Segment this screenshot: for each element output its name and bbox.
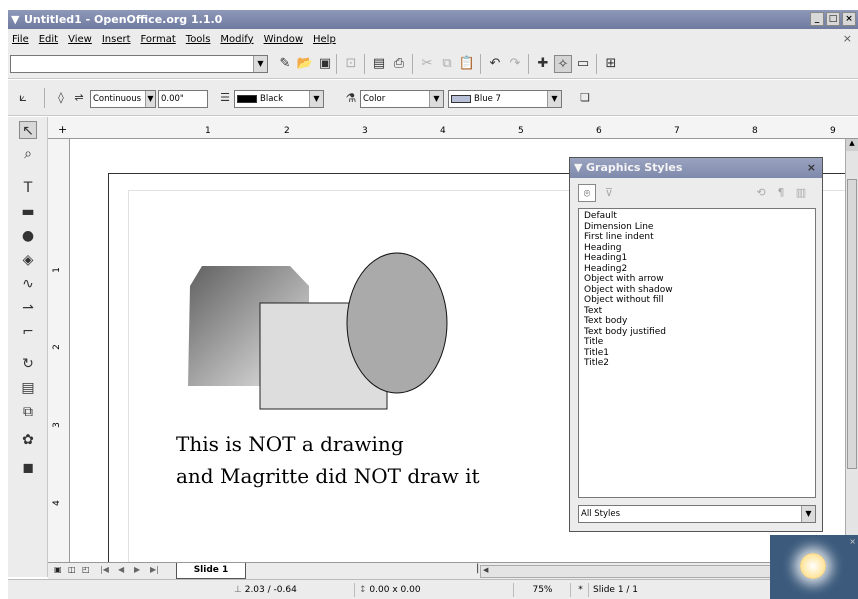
list-item[interactable]: Text body <box>584 316 810 327</box>
graphics-styles-icon[interactable]: ⌾ <box>578 184 596 202</box>
list-item[interactable]: Title2 <box>584 358 810 369</box>
list-item[interactable]: Heading <box>584 243 810 254</box>
horizontal-scrollbar[interactable]: ◀ <box>480 565 775 578</box>
list-item[interactable]: Text body justified <box>584 327 810 338</box>
vertical-scrollbar[interactable]: ▲ <box>845 139 858 565</box>
layer-view-icon[interactable]: ◫ <box>68 565 76 574</box>
close-icon[interactable]: × <box>807 158 816 178</box>
presentation-styles-icon[interactable]: ⊽ <box>600 184 618 202</box>
list-item[interactable]: Title <box>584 337 810 348</box>
chevron-down-icon[interactable]: ▼ <box>801 506 815 522</box>
list-item[interactable]: Text <box>584 306 810 317</box>
stylist-titlebar[interactable]: ▼ Graphics Styles × <box>570 158 822 178</box>
scroll-up-icon[interactable]: ▲ <box>846 139 858 151</box>
close-icon[interactable]: × <box>849 537 856 546</box>
styles-list[interactable]: Default Dimension Line First line indent… <box>578 208 816 498</box>
last-slide-icon[interactable]: ▶| <box>150 565 159 574</box>
size-icon: ↕ <box>359 585 367 595</box>
ellipse-shape[interactable] <box>346 252 448 394</box>
modified-indicator: * <box>570 583 586 597</box>
position-icon: ⊥ <box>234 585 242 595</box>
prev-slide-icon[interactable]: ◀ <box>118 565 124 574</box>
list-item[interactable]: Title1 <box>584 348 810 359</box>
status-bar: ⊥ 2.03 / -0.64 ↕ 0.00 x 0.00 75% * Slide… <box>8 579 858 599</box>
drawing-view-icon[interactable]: ▣ <box>54 565 62 574</box>
position-field: ⊥ 2.03 / -0.64 <box>230 583 354 597</box>
list-item[interactable]: Heading1 <box>584 253 810 264</box>
update-style-icon[interactable]: ▥ <box>792 184 810 202</box>
list-item[interactable]: Object without fill <box>584 295 810 306</box>
document-text-line: and Magritte did NOT draw it <box>176 464 480 488</box>
scroll-left-icon[interactable]: ◀ <box>483 566 488 574</box>
list-item[interactable]: First line indent <box>584 232 810 243</box>
sun-graphic <box>800 553 826 579</box>
style-filter-value: All Styles <box>581 509 621 519</box>
list-item[interactable]: Default <box>584 211 810 222</box>
list-item[interactable]: Object with shadow <box>584 285 810 296</box>
list-item[interactable]: Object with arrow <box>584 274 810 285</box>
size-value: 0.00 x 0.00 <box>369 585 421 595</box>
master-view-icon[interactable]: ◰ <box>82 565 90 574</box>
list-item[interactable]: Heading2 <box>584 264 810 275</box>
page-field: Slide 1 / 1 <box>588 583 678 597</box>
fill-format-mode-icon[interactable]: ⟲ <box>752 184 770 202</box>
tab-slide-1[interactable]: Slide 1 <box>176 563 246 579</box>
scrollbar-thumb[interactable] <box>847 179 857 469</box>
desktop-corner-image: × <box>770 535 858 599</box>
chevron-down-icon[interactable]: ▼ <box>574 158 582 178</box>
next-slide-icon[interactable]: ▶ <box>134 565 140 574</box>
style-filter-select[interactable]: All Styles ▼ <box>578 505 816 523</box>
first-slide-icon[interactable]: |◀ <box>100 565 109 574</box>
zoom-field[interactable]: 75% <box>513 583 567 597</box>
list-item[interactable]: Dimension Line <box>584 222 810 233</box>
stylist-toolbar: ⌾ ⊽ ⟲ ¶ ▥ <box>578 182 816 204</box>
size-field: ↕ 0.00 x 0.00 <box>354 583 494 597</box>
position-value: 2.03 / -0.64 <box>244 585 297 595</box>
new-style-icon[interactable]: ¶ <box>772 184 790 202</box>
document-text-line: This is NOT a drawing <box>176 432 404 456</box>
document-text-box[interactable]: This is NOT a drawing and Magritte did N… <box>176 428 480 492</box>
stylist-title: Graphics Styles <box>586 161 683 174</box>
stylist-panel: ▼ Graphics Styles × ⌾ ⊽ ⟲ ¶ ▥ Default Di… <box>569 157 823 532</box>
slide-tab-bar: ▣ ◫ ◰ |◀ ◀ ▶ ▶| Slide 1 | ◀ <box>48 562 845 579</box>
tab-splitter[interactable]: | <box>476 563 479 574</box>
